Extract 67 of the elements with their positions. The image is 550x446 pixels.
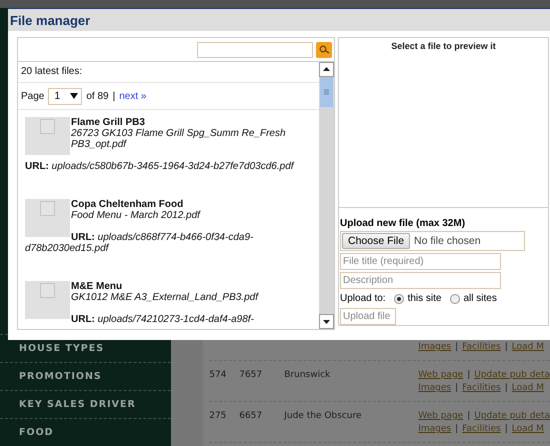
link-separator: |	[504, 382, 508, 395]
file-thumbnail[interactable]	[25, 281, 70, 319]
link-separator: |	[455, 382, 458, 395]
radio-button[interactable]	[394, 294, 404, 304]
file-thumbnail[interactable]	[25, 199, 70, 237]
row-link[interactable]: Web page	[418, 369, 464, 382]
page-label: Page	[21, 90, 44, 102]
file-title: Flame Grill PB3	[71, 117, 146, 128]
pager-separator: |	[112, 90, 116, 102]
table-cell-text: 7657	[239, 369, 264, 382]
row-link[interactable]: Images	[418, 341, 452, 354]
preview-message: Select a file to preview it	[391, 41, 496, 51]
row-link[interactable]: Update pub deta	[474, 369, 550, 382]
upload-target-label: Upload to:	[340, 293, 386, 304]
file-picker[interactable]: Choose File No file chosen	[340, 231, 525, 251]
page-select[interactable]: 1	[48, 88, 82, 104]
link-separator: |	[455, 341, 458, 354]
file-title: M&E Menu	[71, 281, 124, 292]
row-link[interactable]: Images	[418, 423, 452, 436]
row-link[interactable]: Load M	[512, 341, 544, 354]
table-cell-text: 6657	[239, 410, 264, 423]
file-name: Food Menu - March 2012.pdf	[71, 210, 202, 221]
radio-label: all sites	[464, 293, 497, 304]
file-url: URL: uploads/c580b67b-3465-1964-3d24-b27fe7d03cd6.pdf	[25, 161, 296, 172]
row-link[interactable]: Load M	[512, 382, 544, 395]
file-status: No file chosen	[414, 235, 481, 247]
row-link[interactable]: Facilities	[462, 423, 501, 436]
search-button[interactable]	[316, 42, 332, 58]
table-cell-text: Jude the Obscure	[284, 410, 363, 423]
file-thumbnail[interactable]	[25, 117, 70, 155]
file-title: Copa Cheltenham Food	[71, 199, 184, 210]
table-cell-text: Brunswick	[284, 369, 332, 382]
radio-button[interactable]	[450, 294, 460, 304]
file-url: URL: uploads/c868f774-b466-0f34-cda9-d78b2030ed15.pdf	[25, 232, 254, 254]
file-name: 26723 GK103 Flame Grill Spg_Summ Re_Fresh PB3_opt.pdf	[71, 128, 287, 150]
row-link[interactable]: Images	[418, 382, 452, 395]
search-field[interactable]	[197, 42, 313, 58]
description-field[interactable]: Description	[340, 272, 501, 289]
link-separator: |	[504, 423, 508, 436]
link-separator: |	[504, 341, 508, 354]
link-separator: |	[467, 410, 470, 423]
upload-button[interactable]: Upload file	[340, 308, 396, 325]
table-cell-text: 574	[209, 369, 228, 382]
row-link[interactable]: Facilities	[462, 341, 501, 354]
search-icon	[318, 45, 330, 54]
row-link[interactable]: Web page	[418, 410, 464, 423]
next-page-link[interactable]: next »	[119, 90, 146, 102]
row-link[interactable]: Update pub deta	[474, 410, 550, 423]
file-icon	[40, 283, 55, 298]
file-url: URL: uploads/74210273-1cd4-daf4-a98f-	[70, 314, 255, 325]
dropdown-caret-icon	[70, 93, 78, 99]
row-link[interactable]: Facilities	[462, 382, 501, 395]
link-separator: |	[467, 369, 470, 382]
choose-file-button[interactable]: Choose File	[342, 233, 410, 249]
dialog-title: File manager	[10, 12, 90, 28]
link-separator: |	[455, 423, 458, 436]
list-heading: 20 latest files:	[18, 62, 319, 83]
upload-heading: Upload new file (max 32M)	[340, 218, 466, 229]
page-count: of 89	[86, 90, 109, 102]
file-name: GK1012 M&E A3_External_Land_PB3.pdf	[71, 292, 260, 303]
file-icon	[40, 119, 55, 134]
radio-label: this site	[408, 293, 442, 304]
title-field[interactable]: File title (required)	[340, 253, 501, 270]
table-cell-text: 275	[209, 410, 228, 423]
scrollbar[interactable]	[319, 62, 334, 329]
row-link[interactable]: Load M	[512, 423, 544, 436]
file-icon	[40, 201, 55, 216]
